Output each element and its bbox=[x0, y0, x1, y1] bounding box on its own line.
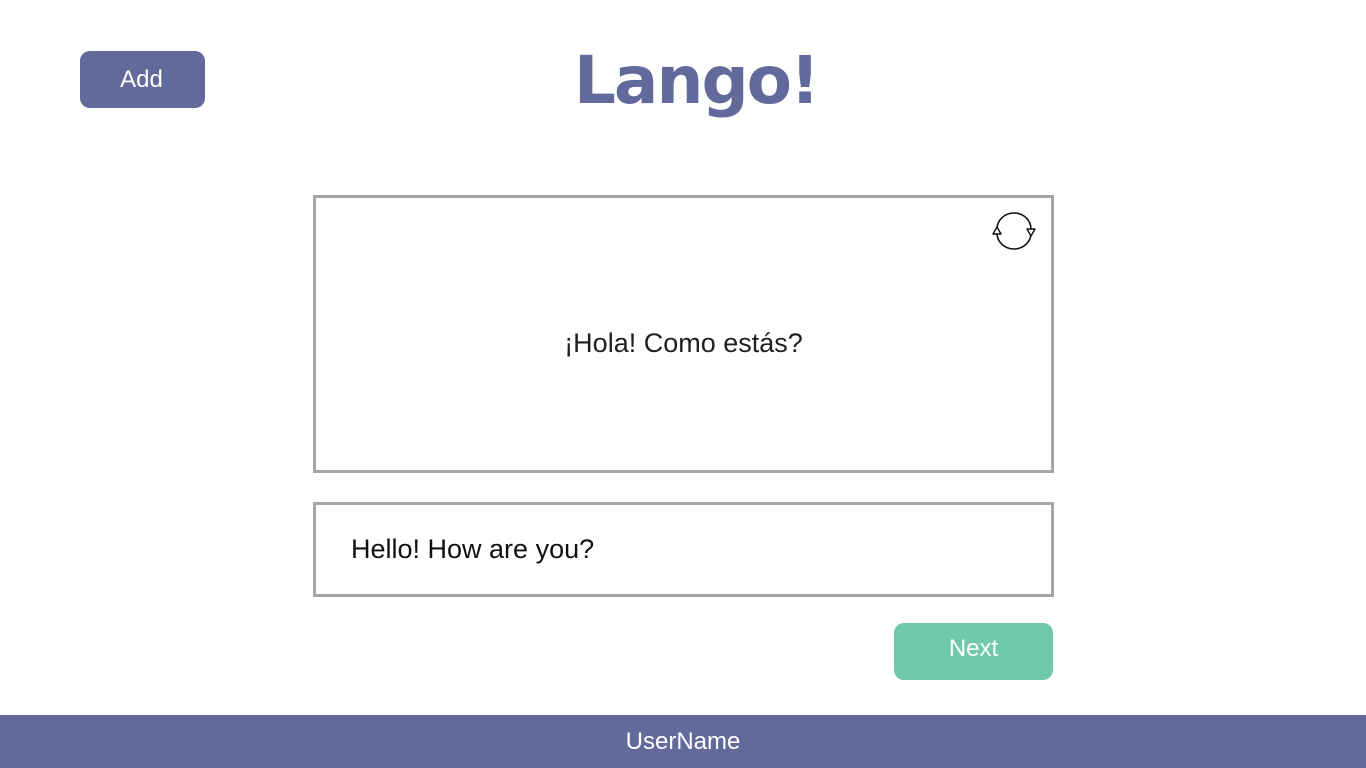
username-link[interactable]: UserName bbox=[626, 728, 741, 756]
page: Add Lango! ¡Hola! Como estás? Next UserN… bbox=[0, 0, 1366, 768]
next-button[interactable]: Next bbox=[894, 623, 1053, 680]
footer-bar: UserName bbox=[0, 715, 1366, 768]
answer-input[interactable] bbox=[313, 502, 1054, 597]
card-phrase: ¡Hola! Como estás? bbox=[564, 328, 803, 358]
app-title: Lango! bbox=[573, 42, 820, 119]
refresh-cycle-icon[interactable] bbox=[991, 212, 1039, 252]
flashcard: ¡Hola! Como estás? bbox=[313, 195, 1054, 473]
